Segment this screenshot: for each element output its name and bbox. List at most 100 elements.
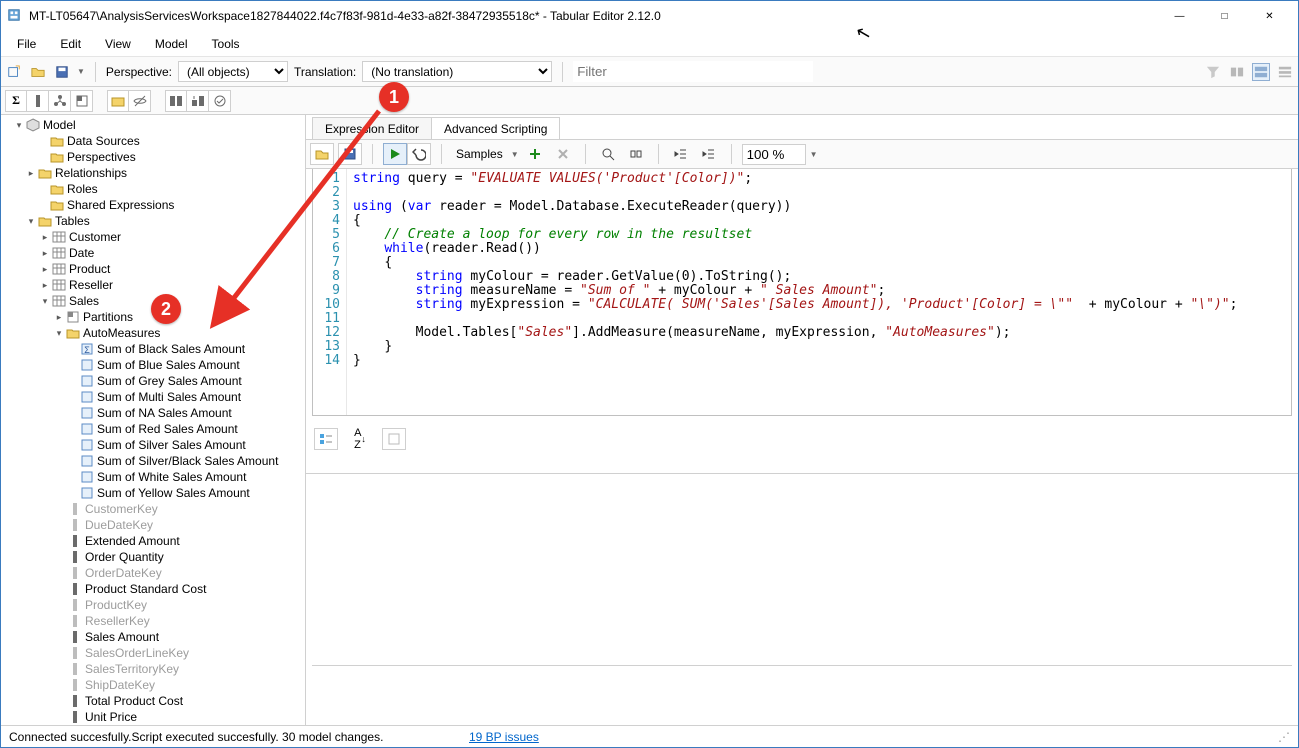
indent-icon[interactable] (697, 143, 721, 165)
output-panel[interactable] (312, 665, 1292, 725)
code-content[interactable]: string query = "EVALUATE VALUES('Product… (347, 169, 1291, 415)
outdent-icon[interactable] (669, 143, 693, 165)
zoom-dropdown-icon[interactable]: ▼ (810, 150, 818, 159)
tree-roles[interactable]: Roles (1, 181, 305, 197)
undo-script-icon[interactable] (407, 143, 431, 165)
tree-model-root[interactable]: ▾ Model (1, 117, 305, 133)
column-icon (67, 581, 83, 597)
menu-model[interactable]: Model (145, 33, 198, 55)
tree-column[interactable]: Unit Price (1, 709, 305, 725)
measure-icon (79, 453, 95, 469)
tree-measure[interactable]: Sum of NA Sales Amount (1, 405, 305, 421)
window-maximize-button[interactable]: □ (1202, 1, 1247, 31)
tree-column[interactable]: Extended Amount (1, 533, 305, 549)
view-option-3-icon[interactable] (209, 90, 231, 112)
menu-edit[interactable]: Edit (50, 33, 91, 55)
measure-icon: Σ (79, 341, 95, 357)
show-measures-icon[interactable]: Σ (5, 90, 27, 112)
view-option-1-icon[interactable] (165, 90, 187, 112)
translation-dropdown[interactable]: (No translation) (362, 61, 552, 82)
tree-measure[interactable]: Sum of Red Sales Amount (1, 421, 305, 437)
filter-input[interactable] (573, 61, 813, 82)
tree-measure[interactable]: Sum of Silver Sales Amount (1, 437, 305, 453)
view-option-2-icon[interactable] (187, 90, 209, 112)
tree-column[interactable]: OrderDateKey (1, 565, 305, 581)
code-editor[interactable]: 1234567891011121314 string query = "EVAL… (312, 169, 1292, 416)
property-pages-icon[interactable] (382, 428, 406, 450)
add-icon[interactable] (523, 143, 547, 165)
menu-file[interactable]: File (7, 33, 46, 55)
layout-icon-3[interactable] (1276, 63, 1294, 81)
open-script-icon[interactable] (310, 143, 334, 165)
show-hierarchies-icon[interactable] (49, 90, 71, 112)
tree-table-customer[interactable]: ▸Customer (1, 229, 305, 245)
tree-shared-expressions[interactable]: Shared Expressions (1, 197, 305, 213)
property-panel-toolbar: AZ↓ (306, 422, 1298, 474)
tree-measure[interactable]: Sum of Silver/Black Sales Amount (1, 453, 305, 469)
tree-measure[interactable]: Sum of Multi Sales Amount (1, 389, 305, 405)
tree-column[interactable]: Product Standard Cost (1, 581, 305, 597)
folder-icon (37, 165, 53, 181)
tree-measure[interactable]: Sum of Yellow Sales Amount (1, 485, 305, 501)
show-partitions-icon[interactable] (71, 90, 93, 112)
menu-tools[interactable]: Tools (202, 33, 250, 55)
measure-icon (79, 437, 95, 453)
tree-column[interactable]: ProductKey (1, 597, 305, 613)
run-script-button[interactable] (383, 143, 407, 165)
replace-icon[interactable] (624, 143, 648, 165)
tree-table-reseller[interactable]: ▸Reseller (1, 277, 305, 293)
tree-column[interactable]: CustomerKey (1, 501, 305, 517)
tree-table-date[interactable]: ▸Date (1, 245, 305, 261)
tree-column[interactable]: SalesTerritoryKey (1, 661, 305, 677)
filter-icon[interactable] (1204, 63, 1222, 81)
perspective-dropdown[interactable]: (All objects) (178, 61, 288, 82)
tree-column[interactable]: Sales Amount (1, 629, 305, 645)
tree-measure[interactable]: Sum of Blue Sales Amount (1, 357, 305, 373)
alphabetical-icon[interactable]: AZ↓ (348, 428, 372, 450)
tree-column[interactable]: SalesOrderLineKey (1, 645, 305, 661)
tree-measure[interactable]: Sum of White Sales Amount (1, 469, 305, 485)
tree-column[interactable]: ResellerKey (1, 613, 305, 629)
tree-tables[interactable]: ▾Tables (1, 213, 305, 229)
menu-view[interactable]: View (95, 33, 141, 55)
tree-perspectives[interactable]: Perspectives (1, 149, 305, 165)
show-columns-icon[interactable] (27, 90, 49, 112)
tree-column[interactable]: ShipDateKey (1, 677, 305, 693)
layout-icon-1[interactable] (1228, 63, 1246, 81)
open-model-icon[interactable] (29, 63, 47, 81)
tree-column[interactable]: Total Product Cost (1, 693, 305, 709)
hidden-objects-icon[interactable] (129, 90, 151, 112)
tab-expression-editor[interactable]: Expression Editor (312, 117, 432, 139)
tree-data-sources[interactable]: Data Sources (1, 133, 305, 149)
table-icon (51, 261, 67, 277)
tree-measure[interactable]: Sum of Grey Sales Amount (1, 373, 305, 389)
measure-icon (79, 469, 95, 485)
resize-grip-icon[interactable]: ⋰ (1278, 730, 1290, 744)
window-close-button[interactable]: ✕ (1247, 1, 1292, 31)
model-tree[interactable]: ▾ Model Data Sources Perspectives ▸Relat… (1, 115, 305, 725)
display-folders-icon[interactable] (107, 90, 129, 112)
column-icon (67, 533, 83, 549)
tree-table-product[interactable]: ▸Product (1, 261, 305, 277)
tree-column[interactable]: DueDateKey (1, 517, 305, 533)
save-model-icon[interactable] (53, 63, 71, 81)
layout-icon-2[interactable] (1252, 63, 1270, 81)
bp-issues-link[interactable]: 19 BP issues (469, 730, 539, 744)
delete-icon[interactable] (551, 143, 575, 165)
save-script-icon[interactable] (338, 143, 362, 165)
samples-button[interactable]: Samples (452, 147, 507, 161)
editor-tabs: Expression Editor Advanced Scripting (306, 115, 1298, 139)
new-model-icon[interactable] (5, 63, 23, 81)
tab-advanced-scripting[interactable]: Advanced Scripting (431, 117, 560, 139)
categorized-icon[interactable] (314, 428, 338, 450)
find-icon[interactable] (596, 143, 620, 165)
table-icon (51, 245, 67, 261)
save-dropdown-icon[interactable]: ▼ (77, 67, 85, 76)
tree-sales-automeasures[interactable]: ▾AutoMeasures (1, 325, 305, 341)
tree-relationships[interactable]: ▸Relationships (1, 165, 305, 181)
property-grid[interactable] (306, 474, 1298, 665)
window-minimize-button[interactable]: — (1157, 1, 1202, 31)
zoom-combobox[interactable] (742, 144, 806, 165)
tree-measure[interactable]: ΣSum of Black Sales Amount (1, 341, 305, 357)
tree-column[interactable]: Order Quantity (1, 549, 305, 565)
